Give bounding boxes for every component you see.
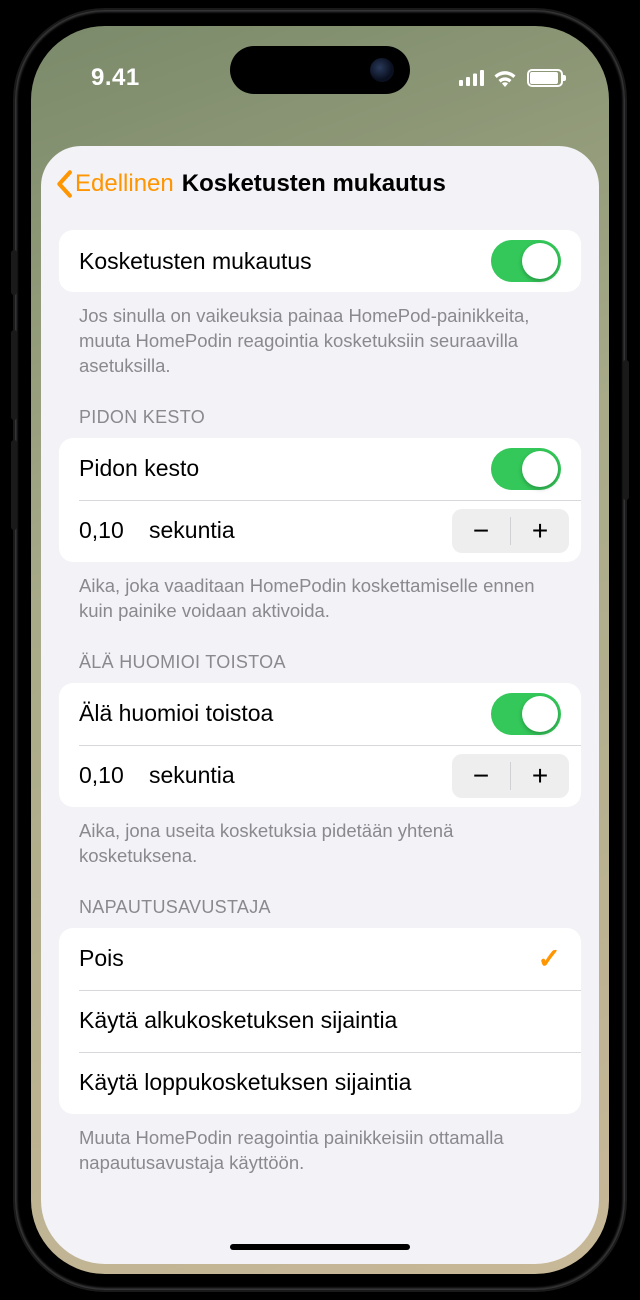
hold-duration-value: 0,10	[79, 517, 149, 544]
touch-accommodations-footer: Jos sinulla on vaikeuksia painaa HomePod…	[79, 304, 561, 379]
tap-option-label: Käytä loppukosketuksen sijaintia	[79, 1069, 561, 1096]
tap-option-label: Pois	[79, 945, 538, 972]
status-time: 9.41	[91, 64, 140, 92]
checkmark-icon: ✓	[538, 942, 561, 975]
volume-up-button	[11, 330, 17, 420]
tap-option-off[interactable]: Pois ✓	[59, 928, 581, 990]
hold-duration-increase-button[interactable]: +	[511, 509, 569, 553]
hold-duration-toggle[interactable]	[491, 448, 561, 490]
ignore-repeat-decrease-button[interactable]: −	[452, 754, 510, 798]
nav-bar: Edellinen Kosketusten mukautus	[41, 146, 599, 212]
hold-duration-group: Pidon kesto 0,10 sekuntia − +	[59, 438, 581, 562]
hold-duration-value-row: 0,10 sekuntia − +	[59, 500, 581, 562]
side-button	[11, 250, 17, 295]
cellular-icon	[459, 70, 485, 86]
tap-option-initial[interactable]: Käytä alkukosketuksen sijaintia	[59, 990, 581, 1052]
ignore-repeat-group: Älä huomioi toistoa 0,10 sekuntia − +	[59, 683, 581, 807]
volume-down-button	[11, 440, 17, 530]
ignore-repeat-row: Älä huomioi toistoa	[59, 683, 581, 745]
status-icons	[459, 69, 563, 87]
touch-accommodations-group: Kosketusten mukautus	[59, 230, 581, 292]
tap-option-label: Käytä alkukosketuksen sijaintia	[79, 1007, 561, 1034]
back-label: Edellinen	[75, 170, 174, 198]
tap-assistance-footer: Muuta HomePodin reagointia painikkeisiin…	[79, 1126, 561, 1176]
hold-duration-label: Pidon kesto	[79, 455, 491, 482]
hold-duration-header: PIDON KESTO	[79, 407, 561, 428]
hold-duration-unit: sekuntia	[149, 517, 452, 544]
tap-assistance-group: Pois ✓ Käytä alkukosketuksen sijaintia K…	[59, 928, 581, 1114]
ignore-repeat-header: ÄLÄ HUOMIOI TOISTOA	[79, 652, 561, 673]
hold-duration-stepper: − +	[452, 509, 569, 553]
hold-duration-footer: Aika, joka vaaditaan HomePodin koskettam…	[79, 574, 561, 624]
tap-option-final[interactable]: Käytä loppukosketuksen sijaintia	[59, 1052, 581, 1114]
ignore-repeat-unit: sekuntia	[149, 762, 452, 789]
ignore-repeat-toggle[interactable]	[491, 693, 561, 735]
settings-sheet: Edellinen Kosketusten mukautus Kosketust…	[41, 146, 599, 1264]
wifi-icon	[493, 69, 517, 87]
phone-frame: 9.41 Edellinen Kosketusten mukautus	[15, 10, 625, 1290]
chevron-left-icon	[55, 170, 73, 198]
touch-accommodations-row: Kosketusten mukautus	[59, 230, 581, 292]
ignore-repeat-value: 0,10	[79, 762, 149, 789]
screen: 9.41 Edellinen Kosketusten mukautus	[31, 26, 609, 1274]
front-camera	[370, 58, 394, 82]
back-button[interactable]: Edellinen	[55, 170, 174, 198]
dynamic-island	[230, 46, 410, 94]
touch-accommodations-toggle[interactable]	[491, 240, 561, 282]
tap-assistance-header: NAPAUTUSAVUSTAJA	[79, 897, 561, 918]
battery-icon	[527, 69, 563, 87]
ignore-repeat-stepper: − +	[452, 754, 569, 798]
page-title: Kosketusten mukautus	[182, 170, 446, 198]
power-button	[623, 360, 629, 500]
touch-accommodations-label: Kosketusten mukautus	[79, 248, 491, 275]
ignore-repeat-footer: Aika, jona useita kosketuksia pidetään y…	[79, 819, 561, 869]
content[interactable]: Kosketusten mukautus Jos sinulla on vaik…	[41, 212, 599, 1264]
hold-duration-decrease-button[interactable]: −	[452, 509, 510, 553]
ignore-repeat-value-row: 0,10 sekuntia − +	[59, 745, 581, 807]
hold-duration-row: Pidon kesto	[59, 438, 581, 500]
ignore-repeat-increase-button[interactable]: +	[511, 754, 569, 798]
ignore-repeat-label: Älä huomioi toistoa	[79, 700, 491, 727]
home-indicator[interactable]	[230, 1244, 410, 1250]
